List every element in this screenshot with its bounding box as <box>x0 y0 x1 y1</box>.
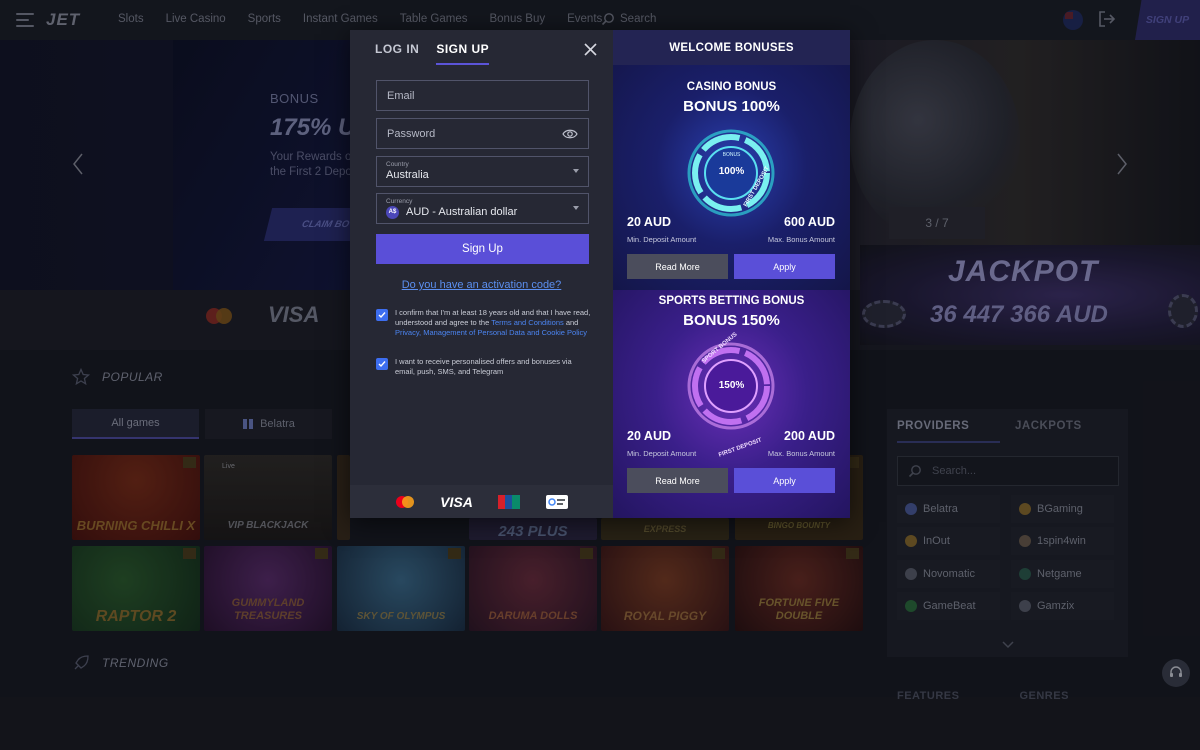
password-input[interactable] <box>387 127 557 140</box>
terms-checkbox[interactable] <box>376 309 388 321</box>
bonus-type: CASINO BONUS <box>686 81 777 93</box>
auth-tabs: LOG IN SIGN UP <box>375 42 490 65</box>
auth-modal: LOG IN SIGN UP Country Australia Currenc… <box>350 30 850 518</box>
caret-down-icon <box>573 169 579 173</box>
tab-login[interactable]: LOG IN <box>375 42 419 65</box>
bonus-percent: BONUS 100% <box>683 98 780 115</box>
currency-value-row: A$ AUD - Australian dollar <box>386 206 517 219</box>
checkmark-icon <box>378 312 386 319</box>
min-deposit-amount: 20 AUD <box>627 429 671 443</box>
currency-value: AUD - Australian dollar <box>406 206 518 218</box>
casino-apply-button[interactable]: Apply <box>734 254 835 279</box>
caret-down-icon <box>573 206 579 210</box>
google-pay-icon <box>545 494 568 509</box>
ring-value: 100% <box>718 166 745 177</box>
eye-icon[interactable] <box>562 128 578 140</box>
unionpay-icon <box>497 494 520 509</box>
terms-link[interactable]: Terms and Conditions <box>491 318 564 327</box>
currency-select[interactable]: Currency A$ AUD - Australian dollar <box>376 193 589 224</box>
close-icon[interactable] <box>583 42 598 57</box>
bonus-type: SPORTS BETTING BONUS <box>658 295 805 307</box>
bonus-percent: BONUS 150% <box>683 312 780 329</box>
marketing-checkbox[interactable] <box>376 358 388 370</box>
email-field[interactable] <box>376 80 589 111</box>
privacy-link[interactable]: Privacy, Management of Personal Data and… <box>395 328 587 337</box>
tab-signup[interactable]: SIGN UP <box>436 42 490 65</box>
terms-text: I confirm that I'm at least 18 years old… <box>395 308 591 338</box>
min-deposit-amount: 20 AUD <box>627 215 671 229</box>
password-field[interactable] <box>376 118 589 149</box>
welcome-bonuses-title: WELCOME BONUSES <box>613 30 850 65</box>
payment-methods-footer: VISA <box>350 485 613 518</box>
sports-read-more-button[interactable]: Read More <box>627 468 728 493</box>
casino-bonus-card: CASINO BONUS BONUS 100% BONUS 100% FIRST… <box>613 65 850 290</box>
ring-value: 150% <box>718 380 745 391</box>
consent-terms: I confirm that I'm at least 18 years old… <box>376 308 591 338</box>
max-bonus-amount: 600 AUD <box>784 215 835 229</box>
currency-label: Currency <box>386 198 413 205</box>
visa-logo: VISA <box>440 493 473 510</box>
terms-text-part: and <box>563 318 579 327</box>
country-label: Country <box>386 161 409 168</box>
min-deposit-label: Min. Deposit Amount <box>627 449 697 458</box>
welcome-bonuses-panel: WELCOME BONUSES CASINO BONUS BONUS 100% … <box>613 30 850 518</box>
ring-bottom-text: FIRST DEPOSIT <box>718 437 763 459</box>
ring-top-text: BONUS <box>722 152 741 158</box>
consent-marketing: I want to receive personalised offers an… <box>376 357 591 377</box>
min-deposit-label: Min. Deposit Amount <box>627 235 697 244</box>
currency-icon: A$ <box>386 206 399 219</box>
email-input[interactable] <box>387 89 557 102</box>
activation-code-link[interactable]: Do you have an activation code? <box>350 279 613 291</box>
checkmark-icon <box>378 361 386 368</box>
max-bonus-label: Max. Bonus Amount <box>767 235 835 244</box>
sports-apply-button[interactable]: Apply <box>734 468 835 493</box>
casino-read-more-button[interactable]: Read More <box>627 254 728 279</box>
signup-button[interactable]: Sign Up <box>376 234 589 264</box>
mastercard-icon <box>396 495 415 508</box>
sports-bonus-card: SPORTS BETTING BONUS BONUS 150% SPORT BO… <box>613 290 850 518</box>
country-select[interactable]: Country Australia <box>376 156 589 187</box>
marketing-text: I want to receive personalised offers an… <box>395 357 572 376</box>
max-bonus-amount: 200 AUD <box>784 429 835 443</box>
country-value: Australia <box>386 169 429 181</box>
auth-panel: LOG IN SIGN UP Country Australia Currenc… <box>350 30 613 518</box>
max-bonus-label: Max. Bonus Amount <box>767 449 835 458</box>
